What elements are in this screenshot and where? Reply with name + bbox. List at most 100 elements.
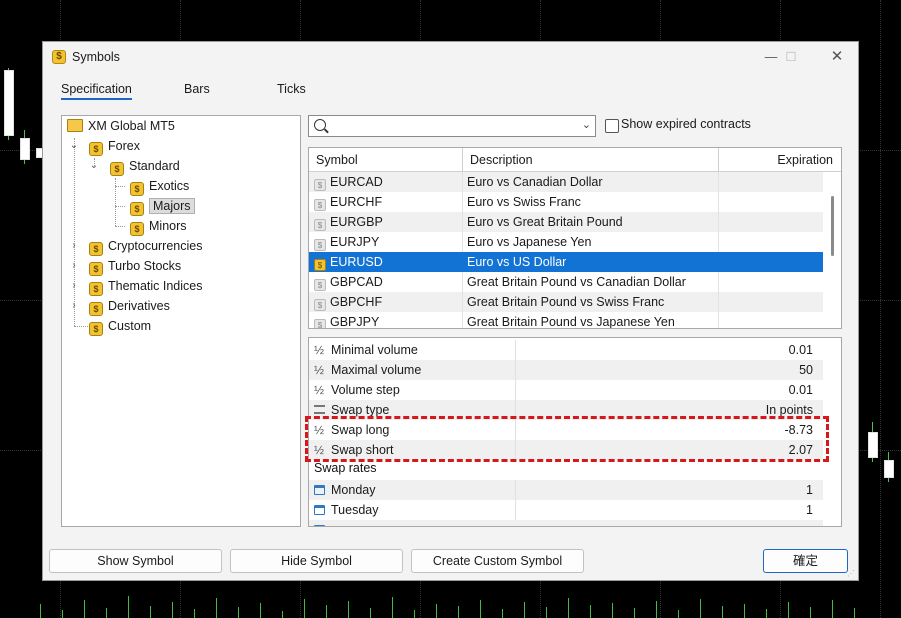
volume-bar (216, 598, 217, 618)
tree-item-standard[interactable]: $ Standard (110, 156, 180, 176)
scrollbar-thumb[interactable] (831, 196, 834, 256)
window-title: Symbols (72, 50, 120, 64)
tree-item-derivatives[interactable]: $ Derivatives (89, 296, 170, 316)
property-value: 0.01 (788, 343, 813, 357)
volume-bar (62, 610, 63, 618)
property-row[interactable]: ½ Volume step 0.01 (309, 380, 823, 400)
symbol-icon: $ (314, 319, 326, 328)
property-name: Maximal volume (331, 363, 422, 377)
chevron-down-icon[interactable]: ⌄ (89, 160, 99, 171)
show-symbol-button[interactable]: Show Symbol (49, 549, 222, 573)
tab-ticks[interactable]: Ticks (277, 82, 306, 96)
volume-bar (326, 605, 327, 618)
table-row-selected[interactable]: $ EURUSD Euro vs US Dollar (309, 252, 823, 272)
calendar-icon (314, 485, 325, 495)
volume-bar (260, 603, 261, 618)
chevron-right-icon[interactable]: › (69, 300, 79, 311)
table-row[interactable]: $ GBPCAD Great Britain Pound vs Canadian … (309, 272, 823, 292)
table-row[interactable]: $ EURCHF Euro vs Swiss Franc (309, 192, 823, 212)
tree-label: Standard (129, 159, 180, 173)
volume-bar (458, 606, 459, 618)
volume-bar (524, 602, 525, 618)
chevron-right-icon[interactable]: › (69, 280, 79, 291)
property-row[interactable]: Tuesday 1 (309, 500, 823, 520)
show-expired-checkbox[interactable] (605, 119, 619, 133)
currency-folder-icon: $ (89, 142, 103, 156)
table-row[interactable]: $ GBPJPY Great Britain Pound vs Japanese … (309, 312, 823, 328)
chart-candle (4, 70, 14, 136)
tree-item-exotics[interactable]: $ Exotics (130, 176, 189, 196)
symbol-tree: XM Global MT5 ⌄ $ Forex ⌄ $ Standard $ Exot… (61, 115, 301, 527)
currency-folder-icon: $ (130, 222, 144, 236)
volume-bar (546, 607, 547, 618)
volume-bar (766, 609, 767, 618)
tab-bars[interactable]: Bars (184, 82, 210, 96)
ok-button[interactable]: 確定 (763, 549, 848, 573)
volume-bar (612, 603, 613, 618)
resize-grip-icon[interactable]: ⋰ (847, 569, 855, 578)
volume-bar (172, 602, 173, 618)
description-cell: Euro vs Swiss Franc (467, 195, 581, 209)
currency-folder-icon: $ (130, 202, 144, 216)
title-bar[interactable]: $ Symbols — ☐ ✕ (43, 42, 858, 72)
property-name: Monday (331, 483, 376, 497)
volume-bar (810, 607, 811, 618)
symbol-search-input[interactable]: ⌄ (308, 115, 596, 137)
table-row[interactable]: $ EURJPY Euro vs Japanese Yen (309, 232, 823, 252)
chevron-right-icon[interactable]: › (69, 260, 79, 271)
tree-label: Exotics (149, 179, 190, 193)
chevron-down-icon[interactable]: ⌄ (69, 140, 79, 151)
tree-item-thematic-indices[interactable]: $ Thematic Indices (89, 276, 202, 296)
symbol-icon: $ (314, 259, 326, 271)
tree-item-root[interactable]: XM Global MT5 (67, 116, 175, 136)
column-header-symbol[interactable]: Symbol (309, 148, 463, 172)
chevron-down-icon[interactable]: ⌄ (582, 118, 591, 131)
chart-candle (20, 138, 30, 160)
description-cell: Euro vs Great Britain Pound (467, 215, 623, 229)
volume-bar (392, 597, 393, 618)
symbol-table: Symbol Description Expiration $ EURCAD Eu… (308, 147, 842, 329)
tree-label: XM Global MT5 (88, 119, 175, 133)
currency-folder-icon: $ (89, 302, 103, 316)
volume-bar (194, 609, 195, 618)
tab-specification[interactable]: Specification (61, 82, 132, 100)
column-header-description[interactable]: Description (463, 148, 719, 172)
table-row[interactable]: $ EURGBP Euro vs Great Britain Pound (309, 212, 823, 232)
property-name: Minimal volume (331, 343, 418, 357)
currency-folder-icon: $ (130, 182, 144, 196)
tree-item-custom[interactable]: $ Custom (89, 316, 151, 336)
tree-item-turbo-stocks[interactable]: $ Turbo Stocks (89, 256, 181, 276)
property-row[interactable]: ½ Maximal volume 50 (309, 360, 823, 380)
currency-folder-icon: $ (110, 162, 124, 176)
tree-label: Custom (108, 319, 152, 333)
symbol-icon: $ (314, 279, 326, 291)
column-header-expiration[interactable]: Expiration (719, 148, 841, 172)
tree-item-forex[interactable]: $ Forex (89, 136, 140, 156)
volume-bar (678, 610, 679, 618)
property-row[interactable] (309, 520, 823, 526)
maximize-icon[interactable]: ☐ (773, 46, 809, 68)
symbols-app-icon: $ (52, 50, 66, 64)
chevron-right-icon[interactable]: › (69, 240, 79, 251)
symbol-cell: EURUSD (330, 255, 383, 269)
hide-symbol-button[interactable]: Hide Symbol (230, 549, 403, 573)
tree-label: Derivatives (108, 299, 170, 313)
tree-item-minors[interactable]: $ Minors (130, 216, 187, 236)
property-row[interactable]: Monday 1 (309, 480, 823, 500)
property-row[interactable]: ½ Minimal volume 0.01 (309, 340, 823, 360)
property-value: 0.01 (788, 383, 813, 397)
vertical-scrollbar[interactable] (823, 172, 841, 328)
close-icon[interactable]: ✕ (819, 46, 855, 68)
table-row[interactable]: $ EURCAD Euro vs Canadian Dollar (309, 172, 823, 192)
tree-item-majors[interactable]: $ Majors (130, 196, 195, 216)
volume-bar (722, 606, 723, 618)
property-name: Tuesday (331, 503, 379, 517)
create-custom-symbol-button[interactable]: Create Custom Symbol (411, 549, 584, 573)
table-row[interactable]: $ GBPCHF Great Britain Pound vs Swiss Fra… (309, 292, 823, 312)
volume-bar (788, 602, 789, 618)
property-value: 50 (799, 363, 813, 377)
tree-label: Majors (149, 198, 195, 214)
tree-item-cryptocurrencies[interactable]: $ Cryptocurrencies (89, 236, 202, 256)
volume-bar (568, 598, 569, 618)
tree-label: Thematic Indices (108, 279, 203, 293)
